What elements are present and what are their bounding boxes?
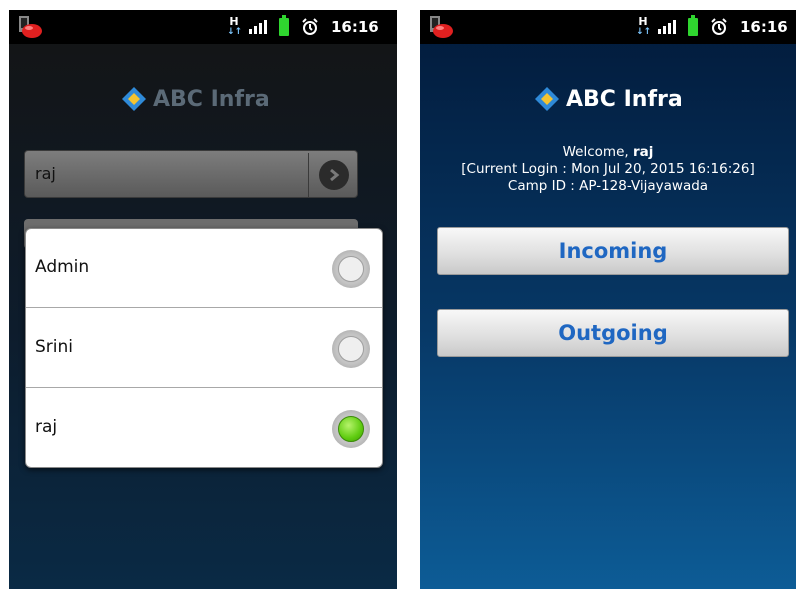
status-bar: H ↓↑ 16:16 (420, 10, 796, 44)
logo-text: ABC Infra (153, 86, 270, 112)
app-notification-icon (430, 16, 453, 38)
status-clock: 16:16 (740, 18, 788, 36)
signal-icon (249, 20, 267, 34)
option-label: raj (35, 417, 58, 437)
radio-button[interactable] (332, 250, 370, 288)
app-logo: ABC Infra (117, 86, 270, 112)
alarm-icon (302, 18, 318, 35)
incoming-button[interactable]: Incoming (437, 227, 789, 275)
network-h-icon: H ↓↑ (636, 15, 652, 37)
right-phone-screen: H ↓↑ 16:16 ABC Infra Welcome, raj [Curren… (420, 10, 796, 589)
welcome-username: raj (632, 144, 654, 160)
logo-text: ABC Infra (566, 86, 683, 112)
welcome-prefix: Welcome, (562, 144, 629, 160)
network-h-icon: H ↓↑ (227, 15, 243, 37)
option-label: Srini (35, 337, 74, 357)
current-login-text: [Current Login : Mon Jul 20, 2015 16:16:… (461, 161, 755, 177)
alarm-icon (711, 18, 727, 35)
outgoing-button[interactable]: Outgoing (437, 309, 789, 357)
welcome-line: Welcome, raj (420, 144, 796, 161)
chevron-right-icon (330, 168, 340, 182)
logo-diamond-icon (122, 87, 146, 111)
username-value: raj (35, 164, 56, 183)
app-logo: ABC Infra (530, 86, 683, 112)
dialog-option-srini[interactable]: Srini (26, 309, 382, 388)
dialog-option-raj[interactable]: raj (26, 389, 382, 467)
username-field[interactable]: raj (24, 150, 358, 198)
user-dropdown-button[interactable] (319, 160, 349, 190)
radio-button-selected[interactable] (332, 410, 370, 448)
user-select-dialog: Admin Srini raj (25, 228, 383, 468)
camp-id-text: Camp ID : AP-128-Vijayawada (507, 178, 709, 194)
app-notification-icon (19, 16, 42, 38)
left-phone-screen: H ↓↑ 16:16 ABC Infra raj Admin Srini raj (9, 10, 397, 589)
status-clock: 16:16 (331, 18, 379, 36)
dialog-option-admin[interactable]: Admin (26, 229, 382, 308)
signal-icon (658, 20, 676, 34)
welcome-info: Welcome, raj [Current Login : Mon Jul 20… (420, 144, 796, 195)
battery-icon (688, 15, 698, 36)
battery-icon (279, 15, 289, 36)
status-bar: H ↓↑ 16:16 (9, 10, 397, 44)
radio-button[interactable] (332, 330, 370, 368)
option-label: Admin (35, 257, 90, 277)
logo-diamond-icon (535, 87, 559, 111)
field-divider (308, 153, 309, 197)
